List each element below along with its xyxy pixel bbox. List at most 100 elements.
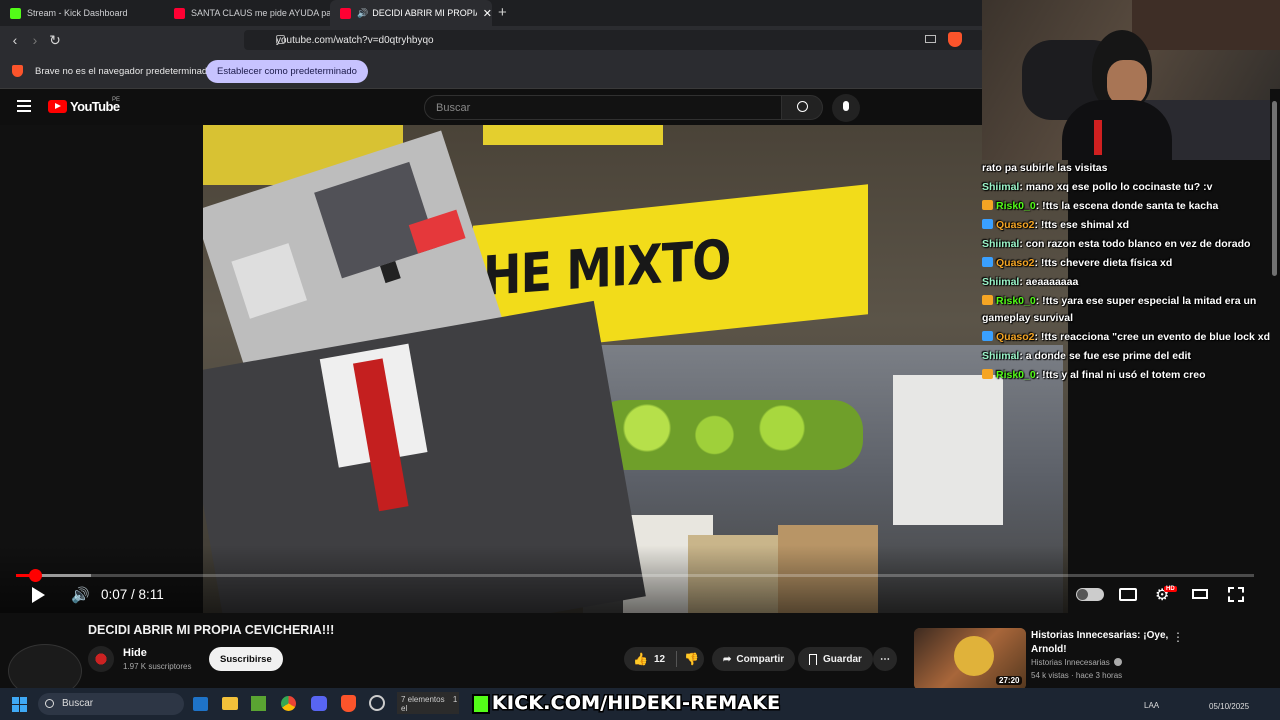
tab-kick-dashboard[interactable]: Stream - Kick Dashboard (0, 0, 170, 26)
related-title-line-2: Arnold! (1031, 644, 1067, 655)
chat-text: rato pa subirle las visitas (982, 162, 1108, 174)
cast-icon[interactable] (925, 35, 936, 43)
subscriber-count: 1.97 K suscriptores (123, 662, 192, 671)
search-icon (797, 101, 808, 112)
verified-icon (1114, 658, 1122, 666)
explorer-status: 7 elementos 1 el (397, 692, 459, 714)
share-icon: ➦ (723, 653, 732, 665)
thumbs-up-icon[interactable]: 👍 (633, 652, 648, 666)
menu-icon[interactable] (17, 100, 31, 112)
scrubber-handle[interactable] (28, 569, 42, 582)
chat-username: Shiimal (982, 350, 1020, 362)
site-settings-icon[interactable] (276, 35, 285, 44)
search-button[interactable] (781, 95, 823, 120)
infobar-message: Brave no es el navegador predeterminado (35, 66, 213, 77)
thumbs-down-icon[interactable]: 👎 (684, 652, 699, 666)
channel-avatar[interactable] (88, 646, 114, 672)
related-video-thumbnail[interactable]: 27:20 (914, 628, 1026, 690)
subscribe-button[interactable]: Suscribirse (209, 647, 283, 671)
chat-username: Shiimal (982, 238, 1020, 250)
video-player[interactable]: HE MIXTO (0, 125, 1068, 613)
forward-icon[interactable]: › (27, 32, 43, 48)
brave-logo-icon (12, 65, 23, 77)
chrome-icon[interactable] (281, 696, 296, 711)
share-button[interactable]: ➦ Compartir (712, 647, 796, 671)
video-duration: 27:20 (996, 676, 1023, 685)
set-default-button[interactable]: Establecer como predeterminado (206, 60, 368, 83)
chat-message: Quaso2: !tts reacciona "cree un evento d… (982, 329, 1274, 346)
chat-message: rato pa subirle las visitas (982, 160, 1274, 177)
chat-username: Quaso2 (996, 331, 1035, 343)
chat-message: Quaso2: !tts chevere dieta física xd (982, 255, 1274, 272)
search-placeholder: Buscar (436, 102, 471, 114)
new-tab-button[interactable]: + (498, 4, 507, 21)
tab-label: Stream - Kick Dashboard (27, 8, 128, 18)
chat-username: Shiimal (982, 181, 1020, 193)
youtube-logo-icon[interactable] (48, 100, 67, 113)
related-channel[interactable]: Historias Innecesarias (1031, 658, 1110, 667)
chat-message: Shiimal: a donde se fue ese prime del ed… (982, 348, 1274, 365)
back-icon[interactable]: ‹ (7, 32, 23, 48)
chat-message: Risk0_0: !tts yara ese super especial la… (982, 293, 1274, 327)
obs-icon[interactable] (369, 695, 385, 711)
speaker-icon: 🔊 (357, 7, 369, 18)
explorer-items: 7 elementos (401, 695, 445, 704)
file-explorer-icon[interactable] (222, 697, 238, 710)
tab-label: DECIDI ABRIR MI PROPIA CEV (372, 8, 477, 18)
youtube-icon (174, 7, 185, 19)
tab-label: SANTA CLAUS me pide AYUDA para (191, 8, 332, 18)
search-input[interactable]: Buscar (424, 95, 782, 120)
volume-icon[interactable]: 🔊 (71, 586, 90, 604)
chat-badge-icon (982, 331, 993, 341)
share-label: Compartir (736, 653, 785, 665)
keyboard-layout[interactable]: LAA (1144, 701, 1159, 710)
minecraft-icon[interactable] (251, 696, 266, 711)
chat-text: : mano xq ese pollo lo cocinaste tu? :v (1019, 181, 1213, 193)
taskbar-date[interactable]: 05/10/2025 (1209, 702, 1249, 711)
like-count[interactable]: 12 (654, 654, 665, 665)
chat-username: Quaso2 (996, 257, 1035, 269)
related-menu-icon[interactable]: ⋮ (1172, 630, 1184, 644)
chat-message: Shiimal: con razon esta todo blanco en v… (982, 236, 1274, 253)
chat-username: Risk0_0 (996, 200, 1036, 212)
kick-banner-icon (472, 694, 490, 714)
windows-start-icon[interactable] (12, 697, 27, 712)
chat-text: : !tts la escena donde santa te kacha (1035, 200, 1219, 212)
related-video-title[interactable]: Historias Innecesarias: ¡Oye, Arnold! (1031, 629, 1171, 657)
taskbar-search[interactable]: Buscar (38, 693, 184, 715)
close-tab-icon[interactable]: ✕ (483, 7, 492, 20)
more-icon: ⋯ (880, 653, 890, 665)
mic-icon (843, 101, 849, 111)
tab-current-video[interactable]: 🔊 DECIDI ABRIR MI PROPIA CEV ✕ (330, 0, 492, 26)
brave-taskbar-icon[interactable] (341, 695, 356, 712)
page-scrollbar[interactable] (1270, 89, 1280, 688)
outlook-icon[interactable] (193, 697, 208, 711)
chat-username: Risk0_0 (996, 295, 1036, 307)
chat-text: : con razon esta todo blanco en vez de d… (1019, 238, 1251, 250)
region-code: PE (112, 97, 121, 103)
reload-icon[interactable]: ↻ (47, 32, 63, 48)
brave-shield-icon[interactable] (948, 32, 962, 47)
chat-text: : a donde se fue ese prime del edit (1019, 350, 1191, 362)
chat-message: Risk0_0: !tts y al final ni usó el totem… (982, 367, 1274, 384)
chat-text: : !tts chevere dieta física xd (1034, 257, 1173, 269)
stream-chat-overlay: rato pa subirle las visitas Shiimal: mano… (982, 160, 1274, 590)
save-button[interactable]: Guardar (798, 647, 873, 671)
play-icon[interactable] (32, 587, 45, 603)
chat-text: : !tts reacciona "cree un evento de blue… (1034, 331, 1270, 343)
more-actions-button[interactable]: ⋯ (873, 647, 897, 671)
tab-santa-claus[interactable]: SANTA CLAUS me pide AYUDA para (164, 0, 332, 26)
kick-icon (10, 7, 21, 19)
chat-message: Quaso2: !tts ese shimal xd (982, 217, 1274, 234)
voice-search-button[interactable] (832, 94, 860, 122)
address-bar[interactable]: youtube.com/watch?v=d0qtryhbyqo (244, 30, 984, 50)
chat-badge-icon (982, 219, 993, 229)
channel-name[interactable]: Hide (123, 647, 147, 659)
chat-text: : !tts ese shimal xd (1034, 219, 1130, 231)
like-dislike-group: 👍 12 👎 (624, 647, 704, 671)
video-frame: HE MIXTO (203, 125, 1068, 613)
discord-icon[interactable] (311, 696, 327, 711)
theater-mode-icon[interactable] (1192, 589, 1208, 599)
chat-message: Risk0_0: !tts la escena donde santa te k… (982, 198, 1274, 215)
url-text: youtube.com/watch?v=d0qtryhbyqo (276, 34, 434, 46)
